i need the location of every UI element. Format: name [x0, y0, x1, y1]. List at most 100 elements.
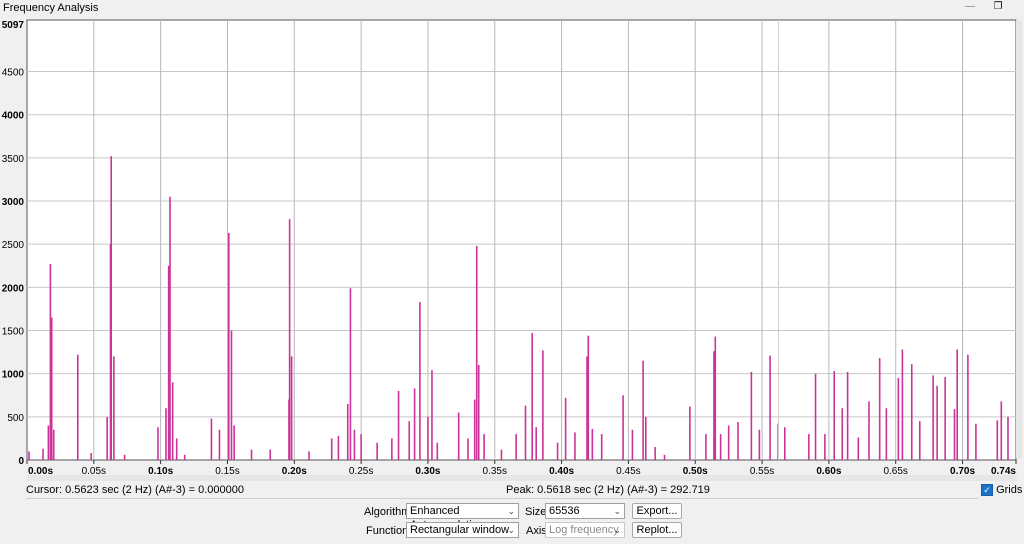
size-value: 65536 — [549, 505, 580, 517]
spectrum-bar — [705, 434, 707, 460]
spectrum-bar — [346, 403, 349, 460]
spectrum-bar — [413, 388, 416, 460]
function-label: Function: — [366, 525, 412, 537]
horizontal-scrollbar[interactable] — [27, 475, 1017, 481]
window-title: Frequency Analysis — [3, 2, 99, 14]
spectrum-bar — [230, 330, 233, 460]
spectrum-bar — [975, 423, 977, 460]
spectrum-bar — [663, 454, 666, 460]
spectrum-bar — [408, 421, 411, 460]
spectrum-bar — [758, 429, 761, 460]
spectrum-bar — [419, 302, 421, 460]
grids-checkbox[interactable]: ✓ Grids — [981, 484, 1022, 497]
spectrum-bar — [824, 434, 826, 460]
spectrum-bar — [171, 382, 174, 460]
spectrum-bar — [857, 437, 860, 460]
spectrum-bar — [556, 442, 559, 460]
spectrum-bar — [769, 355, 771, 460]
chevron-down-icon: ⌄ — [613, 506, 621, 516]
algorithm-select[interactable]: Enhanced Autocorrelation ⌄ — [406, 503, 519, 531]
spectrum-bar — [654, 447, 656, 460]
peak-readout: Peak: 0.5618 sec (2 Hz) (A#-3) = 292.719 — [506, 484, 710, 496]
spectrum-bar — [376, 442, 378, 460]
spectrum-bar — [846, 371, 849, 460]
y-tick-label: 3500 — [2, 154, 25, 165]
spectrum-bar — [531, 333, 533, 460]
spectrum-bar — [473, 399, 476, 460]
minimize-icon[interactable]: — — [962, 1, 978, 15]
spectrum-bar — [591, 428, 594, 460]
spectrum-bar — [996, 420, 999, 460]
plot-area[interactable]: 5097 4500 4000 3500 3000 2500 2000 1500 1000 500 0… — [0, 16, 1024, 486]
spectrum-bar — [250, 449, 253, 460]
spectrum-bar — [169, 196, 171, 460]
spectrum-bar — [689, 406, 691, 460]
spectrum-bar — [110, 156, 112, 460]
spectrum-bar — [808, 434, 810, 460]
y-tick-label: 1500 — [2, 327, 25, 338]
spectrum-bar — [564, 397, 567, 460]
chevron-down-icon: ⌄ — [613, 525, 621, 535]
spectrum-bar — [397, 390, 400, 460]
spectrum-bar — [90, 453, 92, 460]
spectrum-bar — [349, 288, 352, 460]
checkmark-icon: ✓ — [981, 484, 993, 497]
spectrum-bar — [631, 429, 634, 460]
spectrum-bar — [1007, 416, 1009, 460]
spectrum-bar — [944, 377, 946, 460]
y-tick-label: 3000 — [2, 197, 25, 208]
spectrum-bar — [165, 408, 167, 460]
spectrum-bar — [910, 364, 913, 460]
spectrum-bar — [719, 434, 722, 460]
spectrum-bar — [814, 373, 817, 460]
spectrum-bar — [308, 451, 310, 460]
spectrum-bar — [841, 408, 844, 460]
spectrum-bar — [737, 422, 739, 460]
spectrum-bar — [750, 371, 753, 460]
spectrum-bar — [436, 442, 439, 460]
function-value: Rectangular window — [410, 524, 510, 536]
cursor-readout: Cursor: 0.5623 sec (2 Hz) (A#-3) = 0.000… — [26, 484, 244, 496]
spectrum-bar — [936, 385, 938, 460]
spectrum-bar — [360, 434, 362, 460]
spectrum-bar — [427, 416, 429, 460]
spectrum-bar — [500, 449, 503, 460]
readout-divider — [26, 498, 978, 499]
spectrum-bar — [483, 434, 485, 460]
y-tick-label: 2000 — [2, 283, 25, 294]
axis-select: Log frequency ⌄ — [545, 522, 625, 538]
y-tick-label: 2500 — [2, 240, 25, 251]
spectrum-bar — [52, 429, 55, 460]
spectrum-bar — [183, 454, 186, 460]
spectrum-bar — [932, 375, 934, 460]
chevron-down-icon: ⌄ — [507, 525, 515, 535]
spectrum-bar — [833, 371, 836, 460]
vertical-scrollbar[interactable] — [1016, 20, 1022, 458]
spectrum-bar — [524, 405, 527, 460]
restore-icon[interactable]: ❐ — [990, 1, 1006, 15]
spectrum-bar — [714, 336, 717, 460]
spectrum-bar — [288, 219, 291, 460]
y-tick-label: 1000 — [2, 370, 25, 381]
axis-value: Log frequency — [549, 524, 619, 536]
spectrum-bar — [175, 438, 178, 460]
spectrum-bar — [233, 425, 235, 460]
replot-button[interactable]: Replot... — [632, 522, 682, 538]
spectrum-bar — [106, 416, 108, 460]
spectrum-bar — [956, 349, 958, 460]
spectrum-bar — [475, 245, 478, 460]
y-tick-label: 0 — [18, 456, 24, 467]
spectrum-bar — [228, 232, 230, 460]
y-tick-label: 500 — [7, 413, 24, 424]
size-select[interactable]: 65536 ⌄ — [545, 503, 625, 519]
export-button[interactable]: Export... — [632, 503, 682, 519]
spectrum-bar — [622, 395, 624, 460]
function-select[interactable]: Rectangular window ⌄ — [406, 522, 519, 538]
spectrum-bar — [587, 335, 590, 460]
y-tick-label: 4000 — [2, 111, 25, 122]
spectrum-bar — [477, 365, 480, 460]
spectrum-bar — [123, 454, 126, 460]
spectrum-bar — [210, 418, 213, 460]
y-tick-label: 4500 — [2, 68, 25, 79]
spectrum-bar — [727, 425, 730, 460]
